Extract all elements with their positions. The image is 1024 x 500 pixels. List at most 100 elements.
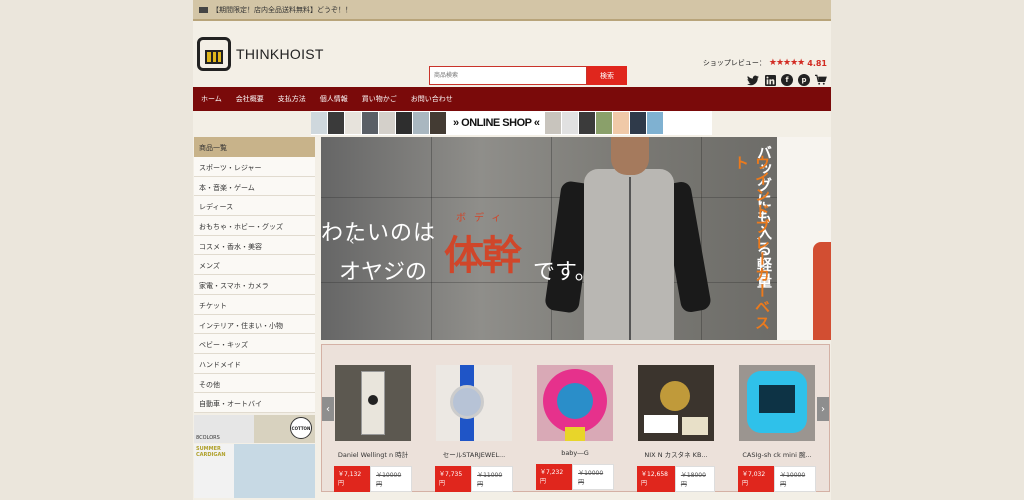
- logo-text: THINKHOIST: [236, 46, 324, 62]
- nav-payment[interactable]: 支払方法: [278, 94, 306, 104]
- sidebar-item-baby[interactable]: ベビー・キッズ: [194, 334, 315, 354]
- page: 【期間限定！店内全品送料無料】どうぞ！！ THINKHOIST 検索 ショップレ…: [193, 0, 831, 500]
- sidebar-item-tickets[interactable]: チケット: [194, 294, 315, 315]
- sidebar-item-electronics[interactable]: 家電・スマホ・カメラ: [194, 275, 315, 295]
- twitter-icon[interactable]: [747, 74, 759, 86]
- product-card[interactable]: Daniel Wellingt n 時計 ￥7,132円 ￥10000円: [334, 365, 412, 492]
- strip-thumb: [596, 112, 613, 134]
- pinterest-icon[interactable]: p: [798, 74, 810, 86]
- hero-ruby: ボディ: [456, 213, 510, 224]
- product-card[interactable]: baby―G ￥7,232円 ￥10000円: [536, 365, 614, 490]
- truck-icon: [199, 6, 208, 13]
- review-label: ショップレビュー：: [702, 59, 766, 67]
- main-nav: ホーム 会社概要 支払方法 個人情報 買い物かご お問い合わせ: [193, 87, 831, 111]
- product-image[interactable]: [739, 365, 815, 441]
- product-original-price: ￥10000円: [370, 466, 412, 492]
- cart-logo-icon: [197, 37, 231, 71]
- product-price: ￥12,658円: [637, 466, 675, 492]
- strip-thumb: [430, 112, 446, 134]
- search-form: 検索: [429, 66, 627, 85]
- shopping-cart-icon[interactable]: [815, 74, 827, 86]
- product-original-price: ￥18000円: [674, 466, 715, 492]
- banner-summer: SUMMER CARDIGAN: [194, 443, 234, 498]
- chevron-left-icon[interactable]: ‹: [322, 397, 334, 421]
- strip-thumb: [362, 112, 378, 134]
- strip-thumb: [647, 112, 664, 134]
- product-image[interactable]: [436, 365, 512, 441]
- product-price: ￥7,232円: [536, 464, 573, 490]
- sidebar-item-interior[interactable]: インテリア・住まい・小物: [194, 314, 315, 335]
- cotton-banner[interactable]: 8COLORS COTTON 100%: [194, 414, 315, 453]
- sidebar-item-books-music[interactable]: 本・音楽・ゲーム: [194, 176, 315, 197]
- product-original-price: ￥10000円: [572, 464, 614, 490]
- product-name[interactable]: CASIg-sh ck mini 腕...: [738, 449, 816, 459]
- product-price: ￥7,032円: [738, 466, 775, 492]
- search-input[interactable]: [429, 66, 587, 85]
- sidebar-item-mens[interactable]: メンズ: [194, 255, 315, 276]
- sidebar-item-toys[interactable]: おもちゃ・ホビー・グッズ: [194, 216, 315, 236]
- product-name[interactable]: セールSTARJEWEL...: [435, 449, 513, 459]
- product-image[interactable]: [537, 365, 613, 441]
- cotton-badge: COTTON 100%: [290, 416, 312, 453]
- sidebar-header: 商品一覧: [194, 137, 315, 157]
- notice-text: 【期間限定！店内全品送料無料】どうぞ！！: [212, 5, 352, 14]
- sidebar-item-auto[interactable]: 自動車・オートバイ: [194, 393, 315, 413]
- strip-thumb: [545, 112, 562, 134]
- banner-cotton: COTTON 100%: [254, 414, 315, 453]
- product-name[interactable]: NIX N カスタネ KB...: [637, 449, 715, 459]
- hero-big: 体幹: [444, 232, 522, 279]
- product-image[interactable]: [335, 365, 411, 441]
- online-shop-strip[interactable]: » ONLINE SHOP «: [311, 111, 712, 135]
- hero-line3: です。: [533, 260, 597, 285]
- chevron-right-icon[interactable]: ›: [817, 397, 829, 421]
- strip-thumb: [613, 112, 630, 134]
- nav-company[interactable]: 会社概要: [236, 94, 264, 104]
- strip-thumb: [630, 112, 647, 134]
- notice-bar: 【期間限定！店内全品送料無料】どうぞ！！: [193, 0, 831, 21]
- product-price: ￥7,132円: [334, 466, 371, 492]
- hero-line1: わたいのは: [321, 221, 437, 246]
- product-card[interactable]: CASIg-sh ck mini 腕... ￥7,032円 ￥10000円: [738, 365, 816, 492]
- hero-next-figure: [813, 242, 831, 340]
- strip-thumb: [579, 112, 596, 134]
- linkedin-icon[interactable]: [764, 74, 776, 86]
- product-name[interactable]: Daniel Wellingt n 時計: [334, 449, 412, 459]
- strip-thumb: [562, 112, 579, 134]
- nav-privacy[interactable]: 個人情報: [320, 94, 348, 104]
- product-card[interactable]: セールSTARJEWEL... ￥7,735円 ￥11000円: [435, 365, 513, 492]
- sidebar-item-ladies[interactable]: レディース: [194, 196, 315, 217]
- sidebar-item-cosmetics[interactable]: コスメ・香水・美容: [194, 235, 315, 256]
- strip-thumb: [328, 112, 344, 134]
- product-original-price: ￥10000円: [774, 466, 816, 492]
- sidebar-item-other[interactable]: その他: [194, 373, 315, 394]
- product-name[interactable]: baby―G: [536, 449, 614, 457]
- hero-vertical2: ウインドブレーカーベスト: [732, 155, 771, 331]
- category-sidebar: 商品一覧 スポーツ・レジャー 本・音楽・ゲーム レディース おもちゃ・ホビー・グ…: [194, 137, 315, 498]
- header: THINKHOIST 検索 ショップレビュー： ★★★★★ 4.81 f p: [193, 21, 831, 87]
- product-carousel: ‹ › Daniel Wellingt n 時計 ￥7,132円 ￥10000円 …: [321, 344, 830, 492]
- strip-thumb: [311, 112, 327, 134]
- logo[interactable]: THINKHOIST: [197, 37, 324, 71]
- sidebar-item-handmade[interactable]: ハンドメイド: [194, 353, 315, 374]
- product-price: ￥7,735円: [435, 466, 472, 492]
- cardigan-banner[interactable]: SUMMER CARDIGAN: [194, 443, 315, 498]
- star-rating-icon: ★★★★★: [768, 58, 805, 68]
- nav-cart[interactable]: 買い物かご: [362, 94, 397, 104]
- online-shop-label: » ONLINE SHOP «: [447, 117, 546, 129]
- nav-contact[interactable]: お問い合わせ: [411, 94, 453, 104]
- sidebar-item-sports[interactable]: スポーツ・レジャー: [194, 157, 315, 177]
- review-score: 4.81: [807, 58, 827, 68]
- nav-home[interactable]: ホーム: [201, 94, 222, 104]
- strip-thumb: [379, 112, 395, 134]
- strip-thumb: [413, 112, 429, 134]
- facebook-icon[interactable]: f: [781, 74, 793, 86]
- hero-banner[interactable]: ‹ わたいのは ボディ 体幹 オヤジの です。 バッグにも入る軽量 ウインドブレ…: [321, 137, 831, 340]
- hero-line2: オヤジの: [339, 260, 428, 285]
- search-button[interactable]: 検索: [587, 66, 627, 85]
- shop-review: ショップレビュー： ★★★★★ 4.81: [703, 58, 827, 68]
- hero-model-head: [611, 137, 649, 175]
- banner-model: [234, 443, 315, 498]
- strip-thumb: [345, 112, 361, 134]
- product-image[interactable]: [638, 365, 714, 441]
- product-card[interactable]: NIX N カスタネ KB... ￥12,658円 ￥18000円: [637, 365, 715, 492]
